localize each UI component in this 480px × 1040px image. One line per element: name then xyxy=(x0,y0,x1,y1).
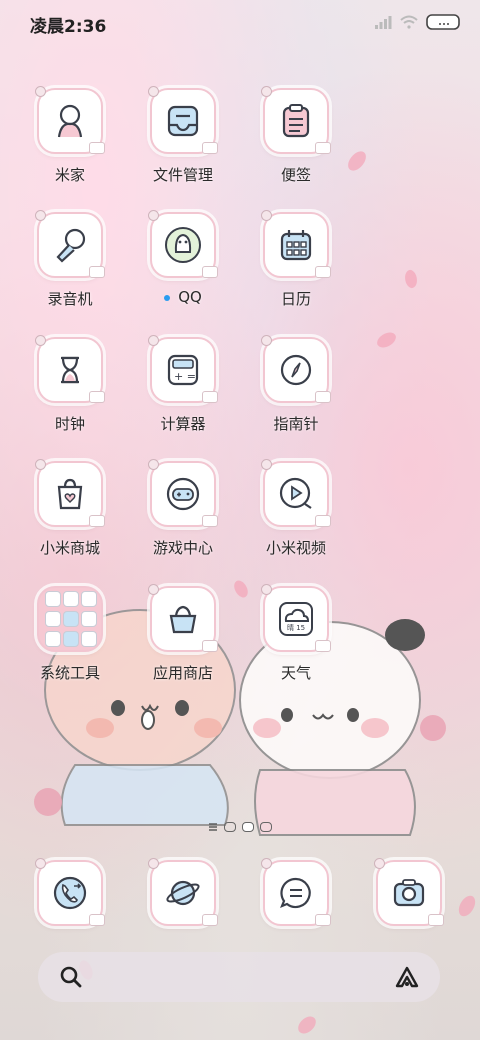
gamepad-icon xyxy=(148,459,218,527)
dock-phone[interactable] xyxy=(20,858,120,926)
dock-camera[interactable] xyxy=(359,858,459,926)
dock-messages[interactable] xyxy=(246,858,346,926)
app-label: 文件管理 xyxy=(152,166,213,184)
app-file-manager[interactable]: 文件管理 xyxy=(133,86,233,185)
mini-app-icon xyxy=(45,631,61,647)
app-label: 时钟 xyxy=(54,415,85,433)
app-weather[interactable]: 晴 15 天气 xyxy=(246,584,346,683)
shopping-bag-icon xyxy=(35,459,105,527)
folder-icon xyxy=(37,586,103,652)
app-notes[interactable]: 便签 xyxy=(246,86,346,185)
app-label-text: QQ xyxy=(178,288,202,306)
mini-app-icon xyxy=(63,611,79,627)
message-bubble-icon xyxy=(261,858,331,926)
search-bar[interactable] xyxy=(38,952,440,1002)
app-calendar[interactable]: 日历 xyxy=(246,210,346,309)
app-label: 系统工具 xyxy=(39,664,100,682)
search-icon[interactable] xyxy=(60,966,82,988)
mini-app-icon xyxy=(81,611,97,627)
folder-system-tools[interactable]: 系统工具 xyxy=(20,586,120,683)
phone-icon xyxy=(35,858,105,926)
dock-browser[interactable] xyxy=(133,858,233,926)
page-dot-active[interactable] xyxy=(242,822,254,832)
app-mijia[interactable]: 米家 xyxy=(20,86,120,185)
mijia-icon xyxy=(35,86,105,154)
app-mi-video[interactable]: 小米视频 xyxy=(246,459,346,558)
menu-lines-icon xyxy=(209,823,217,831)
battery-icon xyxy=(426,14,460,30)
weather-cloud-icon: 晴 15 xyxy=(261,584,331,652)
app-label: 小米视频 xyxy=(265,539,326,557)
mini-app-icon xyxy=(45,591,61,607)
petal-decoration xyxy=(402,268,420,290)
calculator-icon: + = xyxy=(148,335,218,403)
app-label: 指南针 xyxy=(273,415,319,433)
calendar-icon xyxy=(261,210,331,278)
app-label: 便签 xyxy=(280,166,311,184)
status-icons xyxy=(374,11,462,33)
shopping-basket-icon xyxy=(148,584,218,652)
app-compass[interactable]: 指南针 xyxy=(246,335,346,434)
petal-decoration xyxy=(374,328,399,352)
app-label: 小米商城 xyxy=(39,539,100,557)
app-qq[interactable]: QQ xyxy=(133,210,233,306)
assistant-icon[interactable] xyxy=(394,965,420,989)
browser-planet-icon xyxy=(148,858,218,926)
svg-text:+ =: + = xyxy=(174,370,196,383)
notes-icon xyxy=(261,86,331,154)
app-label: 计算器 xyxy=(160,415,206,433)
qq-penguin-icon xyxy=(148,210,218,278)
petal-decoration xyxy=(456,893,478,919)
folder-tray-icon xyxy=(148,86,218,154)
hourglass-icon xyxy=(35,335,105,403)
app-clock[interactable]: 时钟 xyxy=(20,335,120,434)
camera-icon xyxy=(374,858,444,926)
app-label: 天气 xyxy=(280,664,311,682)
mini-app-icon xyxy=(63,631,79,647)
page-indicator xyxy=(0,822,480,832)
compass-icon xyxy=(261,335,331,403)
mini-app-icon xyxy=(45,611,61,627)
app-app-store[interactable]: 应用商店 xyxy=(133,584,233,683)
mini-app-icon xyxy=(81,591,97,607)
wifi-icon xyxy=(400,15,418,29)
page-dot[interactable] xyxy=(224,822,236,832)
app-mi-store[interactable]: 小米商城 xyxy=(20,459,120,558)
signal-icon xyxy=(375,16,392,29)
app-label: 应用商店 xyxy=(152,664,213,682)
status-bar: 凌晨2:36 xyxy=(0,0,480,44)
app-label: 录音机 xyxy=(47,290,93,308)
app-calculator[interactable]: + = 计算器 xyxy=(133,335,233,434)
petal-decoration xyxy=(345,147,369,175)
status-time: 凌晨2:36 xyxy=(30,17,107,37)
app-game-center[interactable]: 游戏中心 xyxy=(133,459,233,558)
mini-app-icon xyxy=(63,591,79,607)
app-label: QQ xyxy=(133,288,233,306)
app-recorder[interactable]: 录音机 xyxy=(20,210,120,309)
app-label: 米家 xyxy=(54,166,85,184)
page-dot[interactable] xyxy=(260,822,272,832)
weather-icon-text: 晴 15 xyxy=(287,623,305,632)
app-label: 游戏中心 xyxy=(152,539,213,557)
mini-app-icon xyxy=(81,631,97,647)
petal-decoration xyxy=(295,1012,319,1038)
microphone-icon xyxy=(35,210,105,278)
app-label: 日历 xyxy=(280,290,311,308)
play-video-icon xyxy=(261,459,331,527)
notification-dot xyxy=(164,294,171,301)
